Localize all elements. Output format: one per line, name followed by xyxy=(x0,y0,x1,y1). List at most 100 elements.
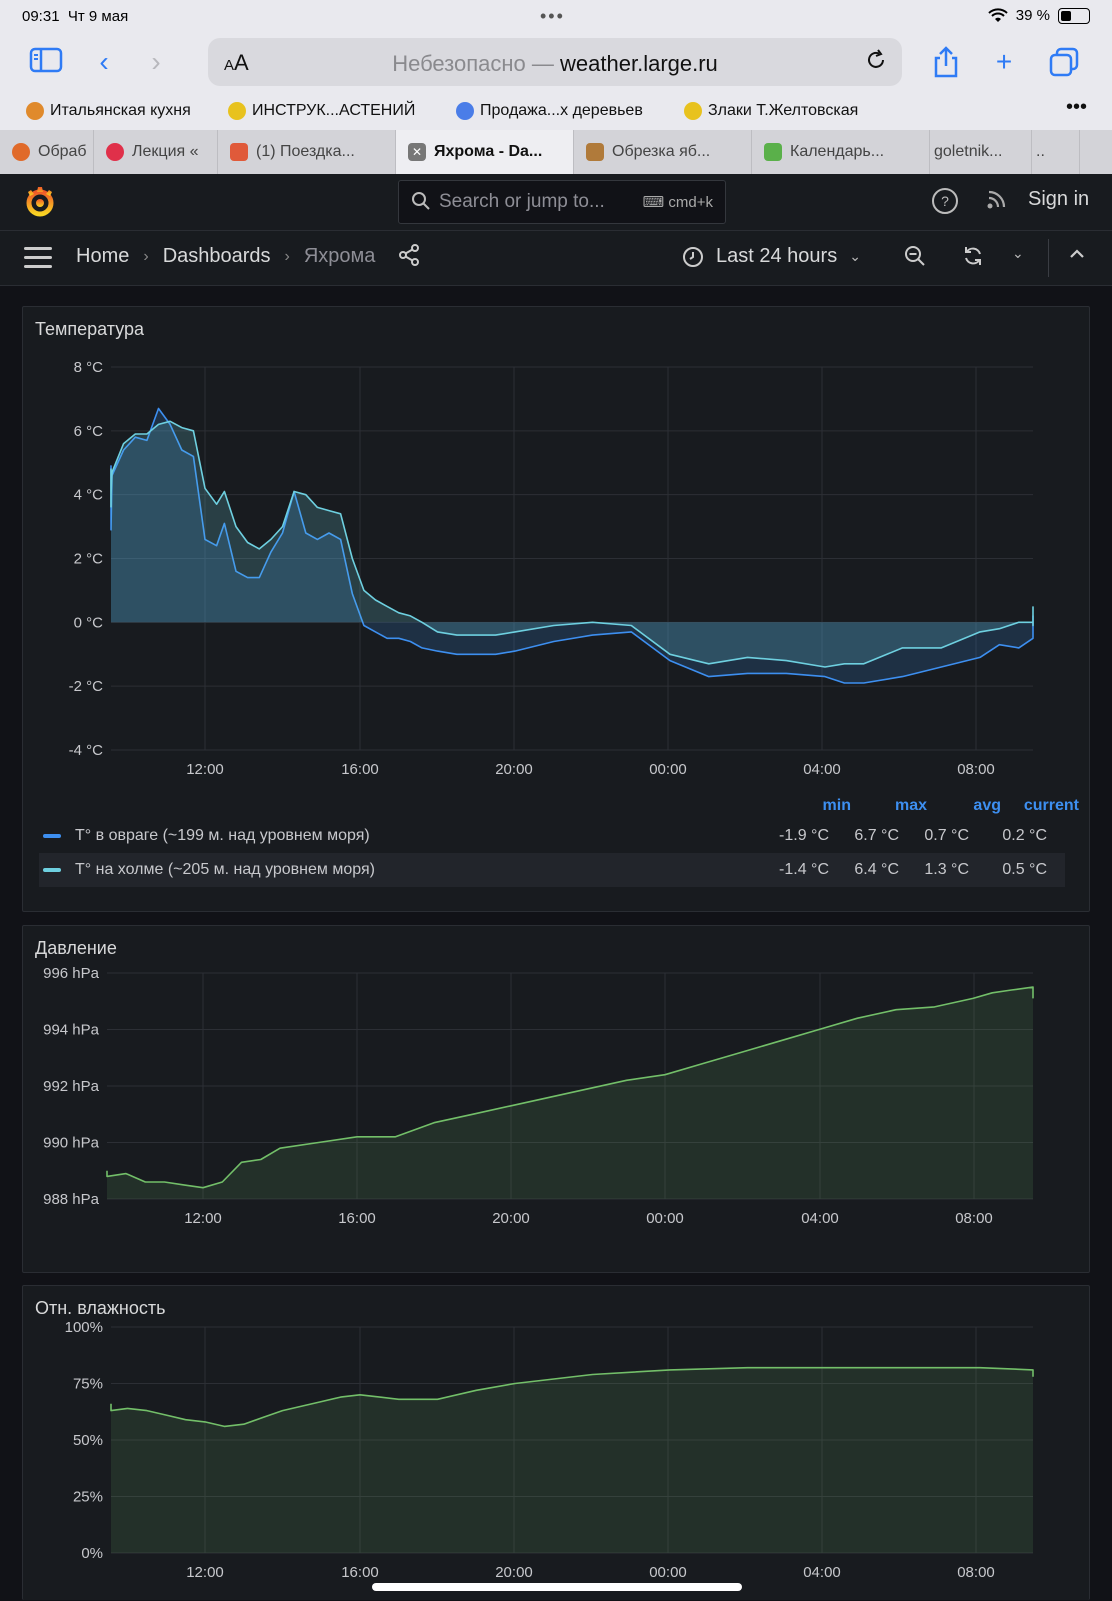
refresh-interval-chevron-icon[interactable]: ⌄ xyxy=(1012,245,1024,262)
x-tick-label: 08:00 xyxy=(957,761,995,778)
y-tick-label: 100% xyxy=(65,1319,103,1336)
bookmark-item[interactable]: ИНСТРУК...АСТЕНИЙ xyxy=(228,102,415,120)
pressure-chart: 996 hPa 994 hPa 992 hPa 990 hPa 988 hPa 12:00… xyxy=(43,965,1034,1227)
x-tick-label: 08:00 xyxy=(955,1210,993,1227)
search-icon xyxy=(411,191,431,217)
home-indicator[interactable] xyxy=(372,1583,742,1591)
share-icon[interactable] xyxy=(928,46,964,78)
legend-max: 6.7 °C xyxy=(854,827,899,844)
tab-favicon-icon xyxy=(106,143,124,161)
x-tick-label: 20:00 xyxy=(495,1564,533,1581)
back-icon[interactable]: ‹ xyxy=(86,46,122,78)
browser-tab[interactable]: .. xyxy=(1032,130,1080,174)
bookmark-favicon-icon xyxy=(26,102,44,120)
y-tick-label: 992 hPa xyxy=(43,1078,100,1095)
panel-title: Температура xyxy=(35,319,145,339)
series-color-swatch[interactable] xyxy=(43,868,61,872)
chevron-down-icon: ⌄ xyxy=(849,248,861,264)
multitasking-dots-icon[interactable]: ••• xyxy=(540,6,565,27)
bookmark-item[interactable]: Продажа...х деревьев xyxy=(456,102,643,120)
tab-label: Лекция « xyxy=(132,143,199,160)
x-tick-label: 00:00 xyxy=(649,1564,687,1581)
bookmark-label: ИНСТРУК...АСТЕНИЙ xyxy=(252,102,416,119)
tabs-overview-icon[interactable] xyxy=(1046,46,1082,78)
battery-icon xyxy=(1058,7,1090,24)
tab-favicon-icon xyxy=(764,143,782,161)
browser-tab[interactable]: Обрезка яб... xyxy=(574,130,752,174)
browser-tab[interactable]: (1) Поездка... xyxy=(218,130,396,174)
keyboard-shortcut-hint: ⌨ cmd+k xyxy=(642,194,713,211)
forward-icon[interactable]: › xyxy=(138,46,174,78)
breadcrumb-home[interactable]: Home xyxy=(76,245,129,268)
x-tick-label: 12:00 xyxy=(184,1210,222,1227)
legend-max: 6.4 °C xyxy=(854,861,899,878)
browser-tab-active[interactable]: ✕ Яхрома - Da... xyxy=(396,130,574,174)
legend-series-name: T° в овраге (~199 м. над уровнем моря) xyxy=(75,827,370,844)
status-right: 39 % xyxy=(988,7,1090,24)
tab-bar: Обраб Лекция « (1) Поездка... ✕ Яхрома - … xyxy=(0,130,1112,175)
browser-tab[interactable]: Календарь... xyxy=(752,130,930,174)
legend-row[interactable]: T° на холме (~205 м. над уровнем моря) -… xyxy=(39,853,1065,887)
grafana-header: Search or jump to... ⌨ cmd+k ? Sign in xyxy=(0,174,1112,231)
browser-tab[interactable]: Обраб xyxy=(0,130,94,174)
panel-pressure: 996 hPa 994 hPa 992 hPa 990 hPa 988 hPa 12:00… xyxy=(22,925,1090,1273)
y-tick-label: -2 °C xyxy=(69,678,104,695)
y-tick-label: 6 °C xyxy=(74,423,104,440)
y-tick-label: 2 °C xyxy=(74,551,104,568)
help-icon[interactable]: ? xyxy=(932,188,958,214)
share-icon[interactable] xyxy=(398,244,420,272)
bookmarks-more-icon[interactable]: ••• xyxy=(1066,96,1087,119)
legend-header-current[interactable]: current xyxy=(983,797,1079,815)
reload-icon[interactable] xyxy=(864,48,888,79)
bookmark-label: Злаки Т.Желтовская xyxy=(708,102,859,119)
chevron-up-icon[interactable] xyxy=(1068,245,1086,269)
x-tick-label: 04:00 xyxy=(803,1564,841,1581)
y-tick-label: 8 °C xyxy=(74,359,104,376)
bookmark-favicon-icon xyxy=(456,102,474,120)
time-range-picker[interactable]: Last 24 hours ⌄ xyxy=(682,245,861,268)
x-tick-label: 20:00 xyxy=(492,1210,530,1227)
x-tick-label: 16:00 xyxy=(338,1210,376,1227)
y-tick-label: -4 °C xyxy=(69,742,104,759)
menu-icon[interactable] xyxy=(24,247,52,274)
url-insecure-label: Небезопасно — xyxy=(392,51,561,76)
legend-avg: 1.3 °C xyxy=(924,861,969,878)
tab-label: Яхрома - Da... xyxy=(434,143,543,160)
time-range-label: Last 24 hours xyxy=(716,245,838,267)
breadcrumb-dashboards[interactable]: Dashboards xyxy=(163,245,271,268)
zoom-out-icon[interactable] xyxy=(904,245,926,273)
x-tick-label: 12:00 xyxy=(186,1564,224,1581)
legend-header-max[interactable]: max xyxy=(861,797,927,815)
legend-current: 0.2 °C xyxy=(1002,827,1047,844)
x-tick-label: 00:00 xyxy=(646,1210,684,1227)
wifi-icon xyxy=(988,7,1008,22)
y-tick-label: 0% xyxy=(81,1545,103,1562)
y-tick-label: 0 °C xyxy=(74,614,104,631)
bookmark-label: Продажа...х деревьев xyxy=(480,102,643,119)
new-tab-icon[interactable]: + xyxy=(986,46,1022,78)
sign-in-link[interactable]: Sign in xyxy=(1028,188,1089,211)
sidebar-toggle-icon[interactable] xyxy=(28,46,64,78)
tab-close-icon[interactable]: ✕ xyxy=(408,143,426,161)
refresh-icon[interactable] xyxy=(962,245,984,273)
series-color-swatch[interactable] xyxy=(43,834,61,838)
browser-tab[interactable]: Лекция « xyxy=(94,130,218,174)
url-text: Небезопасно — weather.large.ru xyxy=(208,51,902,77)
legend-min: -1.9 °C xyxy=(779,827,829,844)
search-input[interactable]: Search or jump to... ⌨ cmd+k xyxy=(398,180,726,224)
x-tick-label: 00:00 xyxy=(649,761,687,778)
address-bar[interactable]: AA Небезопасно — weather.large.ru xyxy=(208,38,902,86)
browser-tab[interactable]: goletnik... xyxy=(930,130,1032,174)
bookmark-item[interactable]: Злаки Т.Желтовская xyxy=(684,102,858,120)
y-tick-label: 25% xyxy=(73,1489,103,1506)
y-tick-label: 50% xyxy=(73,1432,103,1449)
tab-label: .. xyxy=(1036,143,1045,160)
legend-header-min[interactable]: min xyxy=(801,797,851,815)
url-host: weather.large.ru xyxy=(560,51,718,76)
legend-row[interactable]: T° в овраге (~199 м. над уровнем моря) -… xyxy=(39,819,1065,853)
status-time: 09:31 Чт 9 мая xyxy=(22,8,129,25)
x-tick-label: 04:00 xyxy=(801,1210,839,1227)
grafana-logo-icon[interactable] xyxy=(22,184,58,220)
rss-icon[interactable] xyxy=(986,188,1008,216)
bookmark-item[interactable]: Итальянская кухня xyxy=(26,102,191,120)
